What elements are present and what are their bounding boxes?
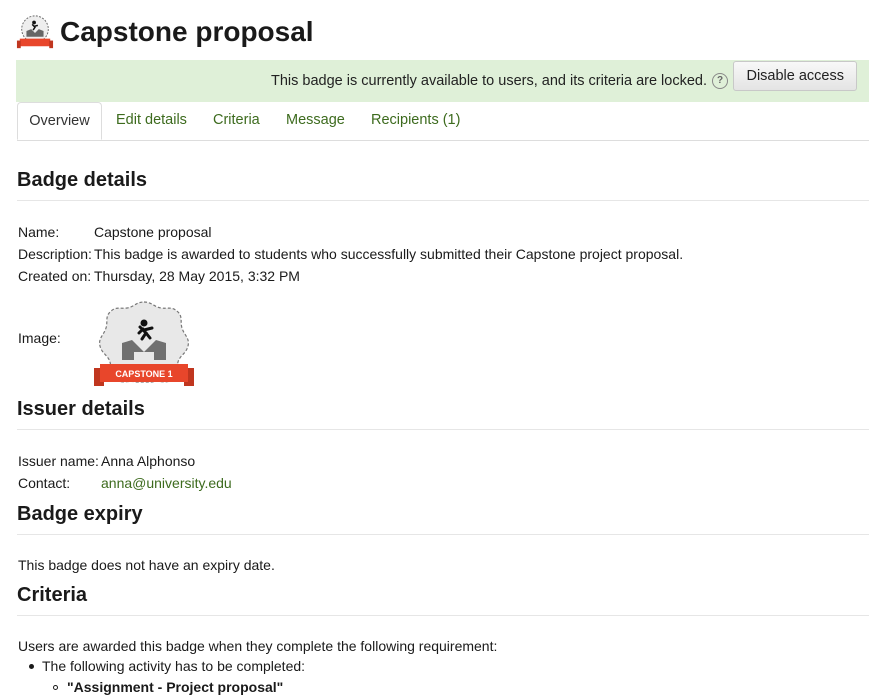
tab-criteria[interactable]: Criteria [213, 102, 260, 140]
name-label: Name: [18, 224, 60, 240]
page-title: Capstone proposal [60, 16, 314, 47]
expiry-text: This badge does not have an expiry date. [18, 557, 275, 573]
badge-image: CAPSTONE 1 [94, 301, 194, 386]
criteria-activity: "Assignment - Project proposal" [67, 679, 284, 695]
tab-recipients[interactable]: Recipients (1) [371, 102, 460, 140]
divider [17, 429, 869, 430]
bullet-icon [29, 664, 34, 669]
contact-label: Contact: [18, 475, 71, 491]
divider [17, 534, 869, 535]
status-notice: This badge is currently available to use… [16, 60, 869, 102]
badge-details-heading: Badge details [17, 169, 148, 191]
page-header: Capstone proposal [16, 12, 314, 52]
badge-ribbon-text: CAPSTONE 1 [115, 369, 172, 379]
disable-access-button[interactable]: Disable access [733, 61, 857, 91]
created-date: Thursday, 28 May 2015, 3:32 PM [94, 268, 300, 284]
divider [17, 615, 869, 616]
sub-bullet-icon [53, 685, 58, 690]
help-icon[interactable]: ? [712, 73, 728, 89]
notice-text: This badge is currently available to use… [270, 73, 707, 89]
issuer-details-heading: Issuer details [17, 398, 145, 420]
issuer-name-label: Issuer name: [18, 453, 99, 469]
description-label: Description: [18, 246, 92, 262]
badge-description: This badge is awarded to students who su… [94, 246, 684, 262]
tab-overview[interactable]: Overview [17, 102, 102, 140]
criteria-item: The following activity has to be complet… [42, 658, 306, 674]
image-label: Image: [18, 330, 61, 346]
contact-email-link[interactable]: anna@university.edu [101, 475, 232, 491]
tab-bar: Overview Edit details Criteria Message R… [17, 102, 869, 141]
criteria-heading: Criteria [17, 584, 88, 606]
tab-message[interactable]: Message [286, 102, 345, 140]
badge-icon [16, 15, 54, 49]
tab-edit-details[interactable]: Edit details [116, 102, 187, 140]
badge-name: Capstone proposal [94, 224, 212, 240]
divider [17, 200, 869, 201]
criteria-intro: Users are awarded this badge when they c… [18, 638, 498, 654]
created-label: Created on: [18, 268, 92, 284]
issuer-name: Anna Alphonso [101, 453, 196, 469]
badge-expiry-heading: Badge expiry [17, 503, 143, 525]
